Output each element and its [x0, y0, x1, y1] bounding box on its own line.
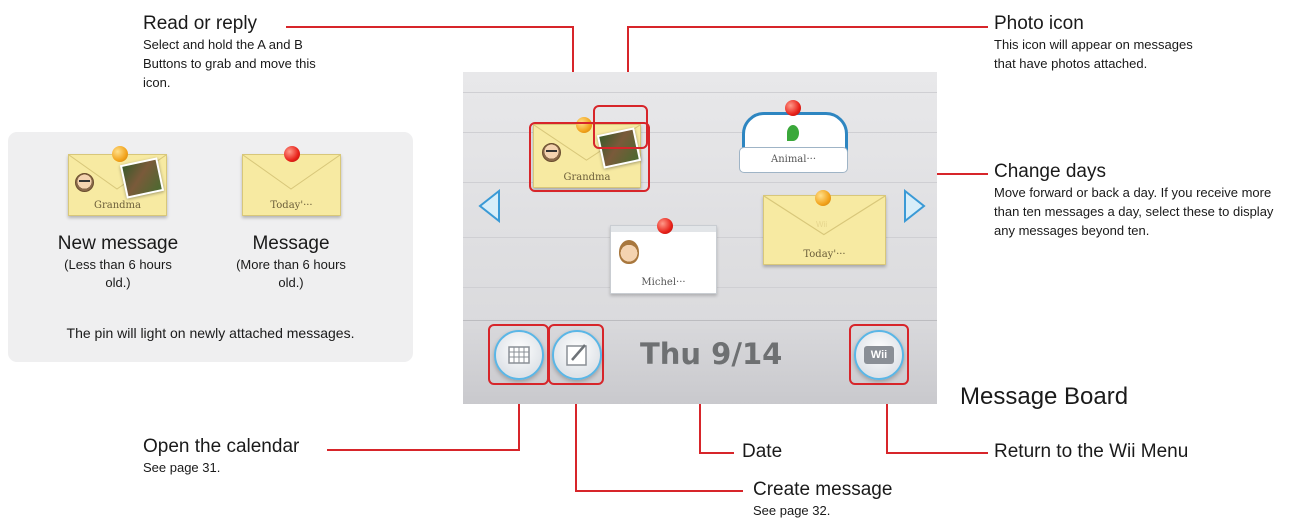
message-title: Message [252, 233, 330, 254]
callout-title: Change days [994, 161, 1106, 182]
callout-date: Date [742, 441, 782, 463]
envelope-name: Grandma [93, 200, 142, 211]
message-envelope: Today'··· [242, 154, 341, 216]
leaf-icon [787, 125, 799, 141]
screen-caption: Message Board [960, 383, 1129, 410]
callout-photo-icon: Photo icon This icon will appear on mess… [994, 13, 1199, 73]
callout-desc: Select and hold the A and B Buttons to g… [143, 37, 316, 90]
card-name: Michel··· [641, 277, 686, 288]
callout-change-days: Change days Move forward or back a day. … [994, 161, 1284, 240]
animal-tag[interactable]: Animal··· [739, 147, 848, 173]
callout-title: Read or reply [143, 13, 258, 34]
photo-icon-highlight [593, 105, 648, 149]
red-pin-icon [785, 100, 801, 116]
red-pin-icon [657, 218, 673, 234]
orange-pin-icon [815, 190, 831, 206]
callout-desc: See page 32. [753, 503, 831, 518]
mii-face-icon [619, 240, 639, 264]
message-card-michel[interactable]: Michel··· [610, 225, 717, 294]
wii-menu-highlight [849, 324, 909, 385]
new-message-title: New message [57, 233, 179, 254]
callout-title: Photo icon [994, 13, 1084, 34]
callout-desc: This icon will appear on messages that h… [994, 37, 1193, 71]
envelope-name: Today'··· [270, 200, 313, 211]
previous-day-arrow[interactable] [477, 189, 501, 223]
message-sub: (More than 6 hours old.) [236, 257, 346, 290]
red-pin-icon [284, 146, 300, 162]
calendar-highlight [488, 324, 549, 385]
create-message-highlight [548, 324, 604, 385]
callout-title: Date [742, 441, 783, 462]
envelope-name: Today'··· [803, 249, 846, 260]
message-board-screen: Grandma Animal··· Wii Today'··· Michel··… [463, 72, 937, 404]
date-display: Thu 9/14 [640, 337, 783, 371]
callout-open-calendar: Open the calendar See page 31. [143, 436, 299, 477]
envelope-wii-mark: Wii [816, 220, 828, 229]
callout-title: Return to the Wii Menu [994, 441, 1189, 462]
callout-desc: Move forward or back a day. If you recei… [994, 185, 1274, 238]
new-message-sub: (Less than 6 hours old.) [64, 257, 172, 290]
callout-return-wii: Return to the Wii Menu [994, 441, 1188, 463]
mii-face-icon [75, 173, 94, 192]
new-message-envelope: Grandma [68, 154, 167, 216]
orange-pin-icon [112, 146, 128, 162]
callout-desc: See page 31. [143, 460, 221, 475]
message-legend: Grandma Today'··· New message (Less than… [8, 132, 413, 362]
next-day-arrow[interactable] [903, 189, 927, 223]
legend-note: The pin will light on newly attached mes… [66, 325, 355, 341]
callout-create-message: Create message See page 32. [753, 479, 892, 520]
callout-title: Open the calendar [143, 436, 300, 457]
callout-title: Create message [753, 479, 893, 500]
callout-read-reply: Read or reply Select and hold the A and … [143, 13, 333, 92]
